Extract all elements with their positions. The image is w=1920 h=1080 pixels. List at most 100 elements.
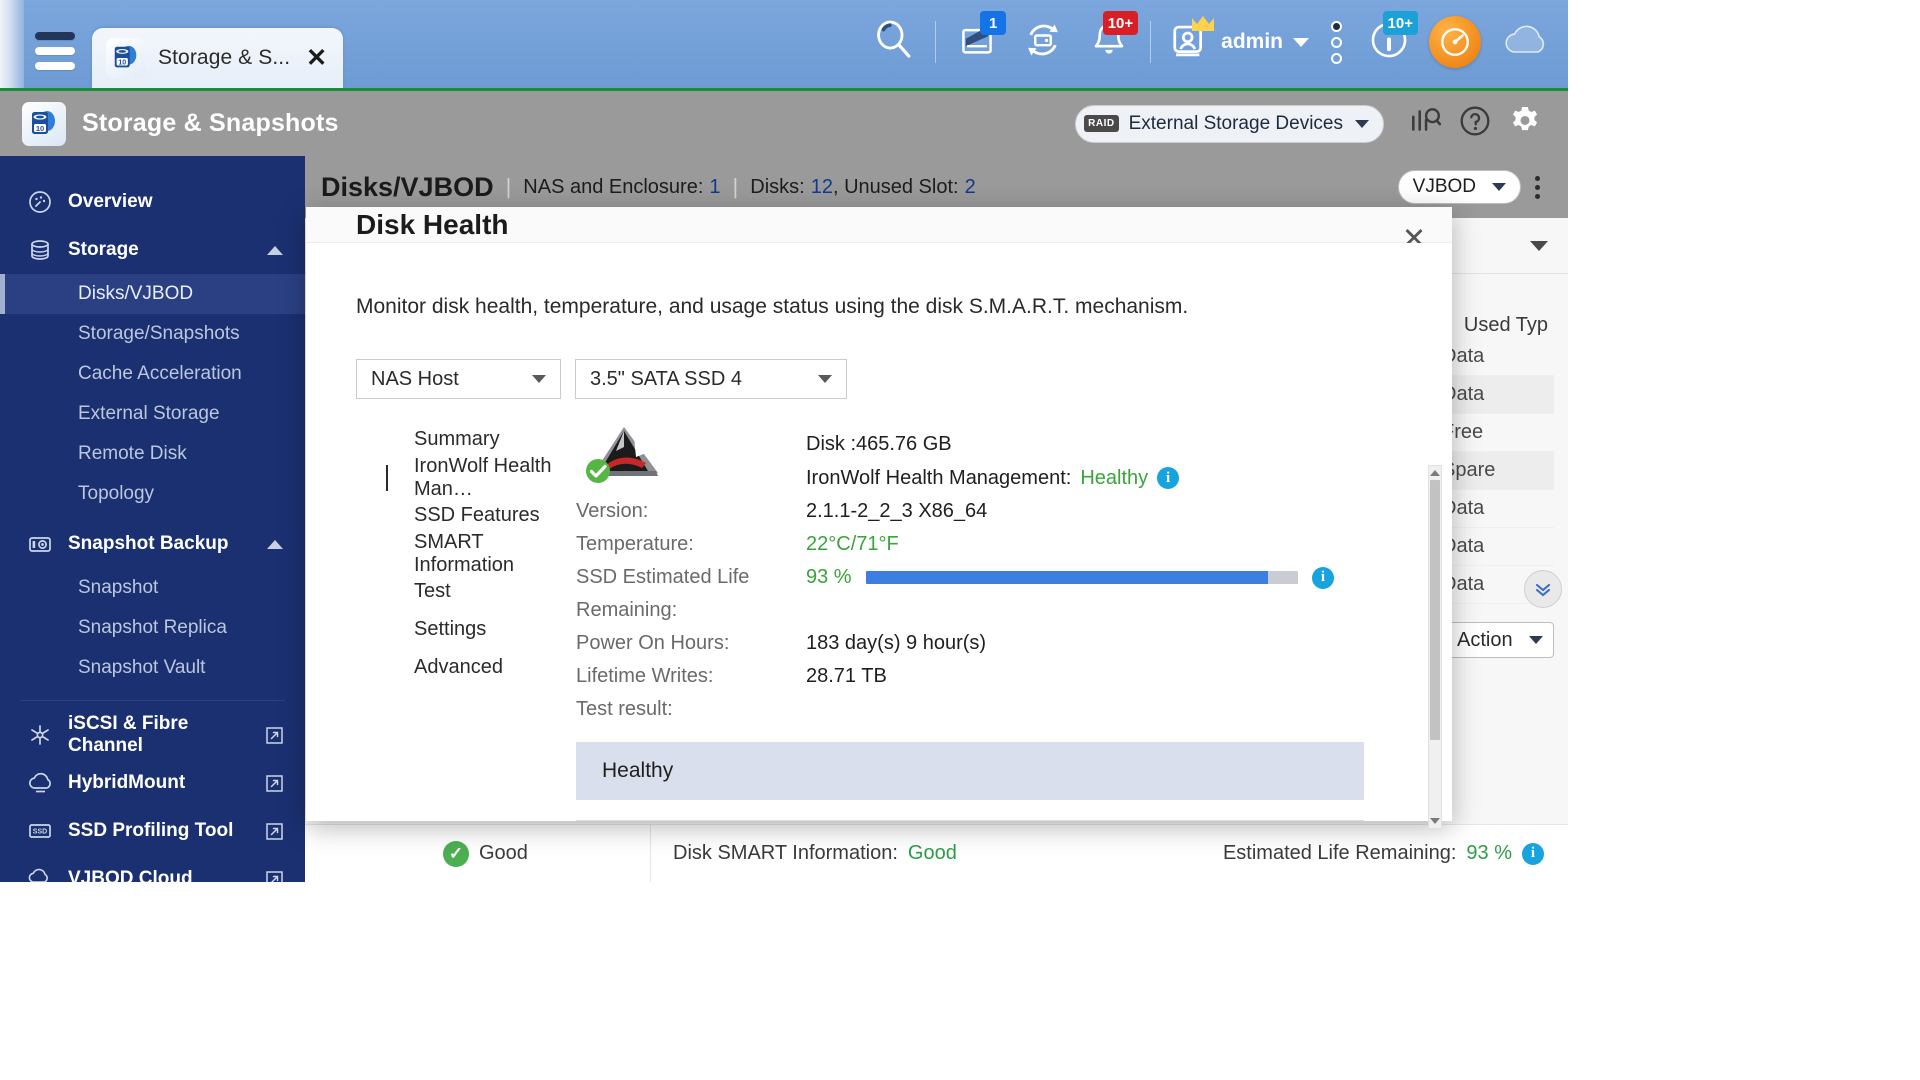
backup-station-button[interactable]: 1 (944, 9, 1010, 75)
cloud-icon (1498, 18, 1558, 67)
sidebar-item-disks-vjbod[interactable]: Disks/VJBOD (0, 274, 305, 314)
sidebar-item-label: HybridMount (68, 772, 186, 793)
sidebar-item-ssd-profiling-tool[interactable]: SSD SSD Profiling Tool (0, 807, 305, 855)
nav-item-ssd-features[interactable]: SSD Features (386, 501, 576, 530)
sidebar-item-overview[interactable]: Overview (0, 178, 305, 226)
sidebar-item-snapshot-vault[interactable]: Snapshot Vault (0, 648, 305, 688)
disk-select-value: 3.5" SATA SSD 4 (590, 367, 742, 390)
sidebar-item-label: Snapshot (78, 577, 159, 598)
nav-item-label: Settings (414, 618, 487, 640)
qts-desktop: 10 Storage & S... ✕ 1 10+ admin 10+ 10 S… (0, 0, 1568, 882)
scroll-up-arrow-icon[interactable] (1429, 466, 1441, 480)
sidebar-item-label: Overview (68, 191, 153, 212)
info-badge: 10+ (1382, 11, 1418, 35)
help-button[interactable] (1450, 99, 1500, 149)
vjbod-select[interactable]: VJBOD (1397, 170, 1521, 204)
table-options-button[interactable] (1521, 175, 1554, 199)
external-storage-devices-button[interactable]: RAID External Storage Devices (1075, 104, 1384, 143)
info-button[interactable]: 10+ (1356, 9, 1422, 75)
nav-item-advanced[interactable]: Advanced (386, 653, 576, 682)
sidebar-item-hybridmount[interactable]: HybridMount (0, 759, 305, 807)
search-button[interactable] (861, 9, 927, 75)
user-menu-button[interactable]: admin (1159, 9, 1317, 75)
sidebar-item-label: Snapshot Vault (78, 657, 206, 678)
notification-button[interactable]: 10+ (1076, 9, 1142, 75)
sidebar-item-topology[interactable]: Topology (0, 474, 305, 514)
host-select-value: NAS Host (371, 367, 459, 390)
nav-item-test[interactable]: Test (386, 577, 576, 606)
table-row: Data (1434, 528, 1554, 566)
ssd-estimated-life-value: 93 % (806, 566, 852, 588)
camera-icon (26, 530, 54, 558)
sidebar-item-snapshot[interactable]: Snapshot (0, 568, 305, 608)
page-title: Storage & Snapshots (82, 109, 339, 137)
close-icon[interactable]: ✕ (306, 45, 327, 71)
action-dropdown[interactable]: Action (1446, 622, 1554, 658)
table-row: Data (1434, 338, 1554, 376)
sidebar-item-snapshot-backup[interactable]: Snapshot Backup (0, 520, 305, 568)
sidebar-item-vjbod-cloud[interactable]: VJBOD Cloud (0, 855, 305, 882)
dialog-scrollbar[interactable] (1428, 465, 1442, 829)
lifetime-writes-value: 28.71 TB (806, 665, 887, 687)
search-icon (873, 19, 915, 66)
nav-item-ironwolf-health-management[interactable]: IronWolf Health Man… (386, 455, 576, 500)
sidebar-item-storage[interactable]: Storage (0, 226, 305, 274)
disk-select[interactable]: 3.5" SATA SSD 4 (575, 359, 847, 399)
nav-item-summary[interactable]: Summary (386, 425, 576, 454)
nav-item-settings[interactable]: Settings (386, 615, 576, 644)
nav-item-label: Summary (414, 428, 500, 450)
analysis-icon (1408, 104, 1442, 143)
sidebar-item-iscsi-fibre-channel[interactable]: iSCSI & Fibre Channel (0, 711, 305, 759)
sidebar-item-label: Cache Acceleration (78, 363, 242, 384)
chevron-down-icon (532, 375, 546, 383)
sidebar-item-label: Snapshot Replica (78, 617, 227, 638)
cloud-button[interactable] (1488, 18, 1568, 67)
info-icon[interactable]: i (1522, 842, 1544, 865)
green-check-icon: ✓ (443, 840, 469, 867)
chevron-up-icon[interactable] (267, 539, 283, 549)
good-label: Good (479, 842, 528, 864)
ssd-icon: SSD (26, 817, 54, 845)
nav-item-smart-information[interactable]: SMART Information (386, 531, 576, 576)
help-icon (1458, 104, 1492, 143)
sidebar-item-cache-acceleration[interactable]: Cache Acceleration (0, 354, 305, 394)
raid-chip-label: RAID (1084, 115, 1119, 132)
ssd-estimated-life-label-2: Remaining: (576, 599, 678, 621)
more-options-button[interactable] (1317, 20, 1356, 64)
sidebar-item-label: External Storage (78, 403, 220, 424)
sidebar-item-remote-disk[interactable]: Remote Disk (0, 434, 305, 474)
sidebar-item-storage-snapshots[interactable]: Storage/Snapshots (0, 314, 305, 354)
external-link-icon (266, 726, 283, 744)
dashboard-button[interactable] (1422, 9, 1488, 75)
topbar-divider (935, 21, 937, 63)
scroll-down-arrow-icon[interactable] (1429, 814, 1441, 828)
analysis-button[interactable] (1400, 99, 1450, 149)
main-menu-button[interactable] (24, 0, 86, 88)
info-icon[interactable]: i (1312, 566, 1334, 589)
host-select[interactable]: NAS Host (356, 359, 561, 399)
disk-good-status: ✓ Good (305, 824, 651, 882)
storage-snapshots-icon: 10 (22, 101, 66, 146)
sidebar-item-snapshot-replica[interactable]: Snapshot Replica (0, 608, 305, 648)
sync-disk-button[interactable] (1010, 9, 1076, 75)
settings-button[interactable] (1500, 99, 1550, 149)
topbar-icon-group: 1 10+ admin 10+ (861, 0, 1568, 88)
ihm-label: IronWolf Health Management: (806, 466, 1072, 489)
smart-label: Disk SMART Information: (673, 842, 898, 864)
double-chevron-down-icon[interactable] (1524, 570, 1562, 608)
nav-item-label: Test (414, 580, 451, 602)
info-icon[interactable]: i (1157, 467, 1180, 489)
ihm-status: Healthy (1080, 466, 1149, 489)
app-tab-storage-snapshots[interactable]: 10 Storage & S... ✕ (92, 28, 344, 88)
settings-gear-icon (1507, 103, 1543, 144)
scrollbar-thumb[interactable] (1430, 480, 1440, 740)
chevron-down-icon[interactable] (1530, 240, 1548, 251)
svg-text:10: 10 (36, 123, 44, 132)
sidebar-item-external-storage[interactable]: External Storage (0, 394, 305, 434)
nav-item-label: SMART Information (414, 530, 515, 576)
chevron-up-icon[interactable] (267, 245, 283, 255)
sidebar-item-label: Topology (78, 483, 155, 504)
storage-snapshots-icon: 10 (106, 38, 146, 78)
estimated-life-label: Estimated Life Remaining: (1222, 842, 1457, 864)
backup-badge: 1 (980, 11, 1007, 35)
